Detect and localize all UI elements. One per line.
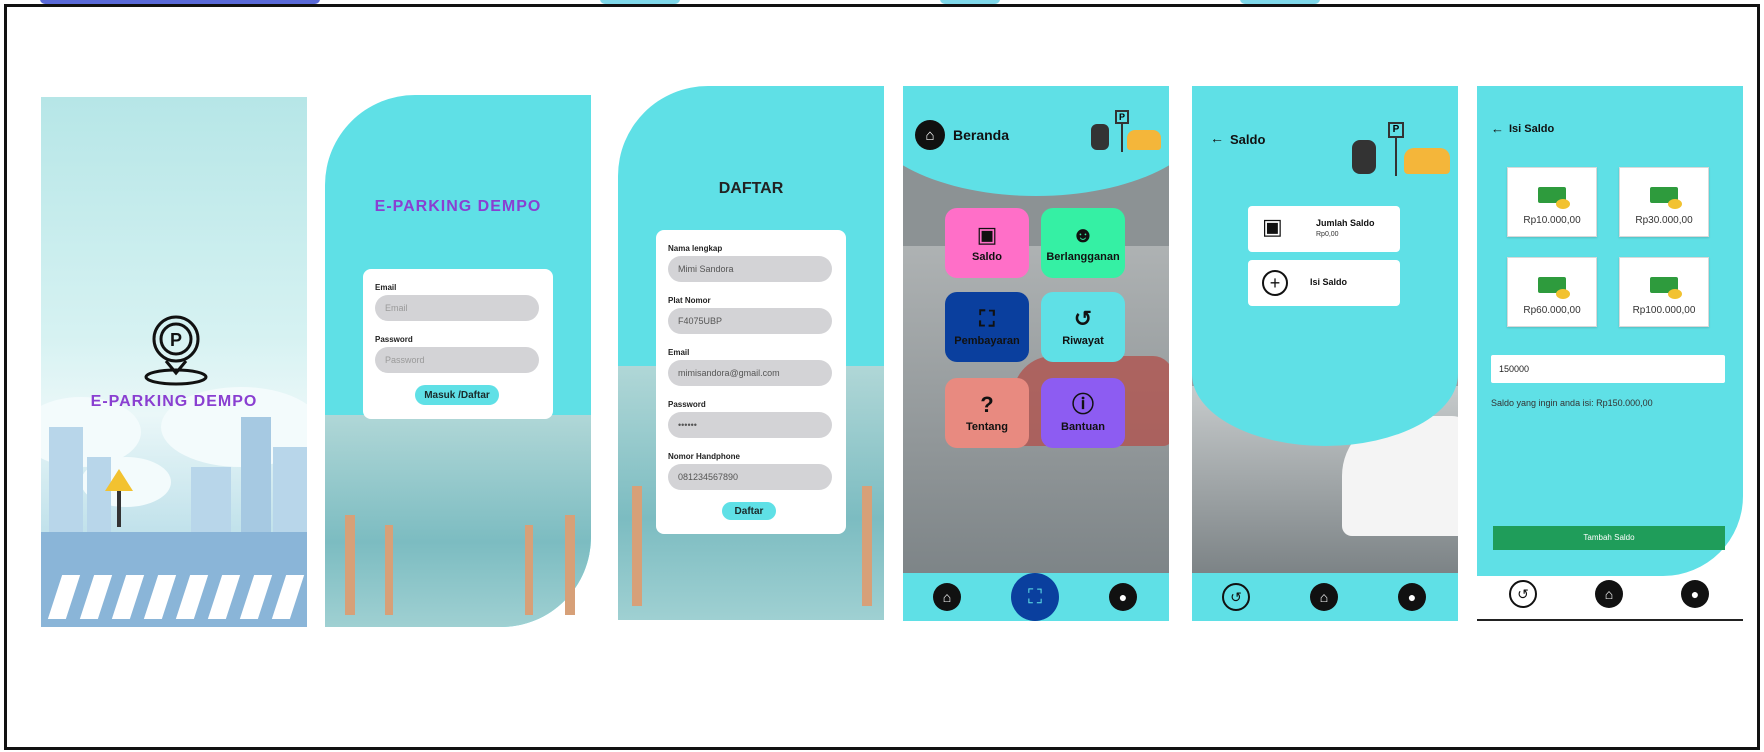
money-icon (1650, 187, 1682, 209)
history-icon: ↺ (1073, 306, 1093, 331)
saldo-title: Saldo (1230, 132, 1266, 147)
nav-home-icon[interactable]: ⌂ (1595, 580, 1623, 608)
name-field[interactable]: Mimi Sandora (668, 256, 832, 282)
balance-row: ▣ Jumlah Saldo Rp0,00 (1248, 206, 1400, 252)
phone-field[interactable]: 081234567890 (668, 464, 832, 490)
register-screen: DAFTAR Nama lengkap Mimi Sandora Plat No… (618, 86, 884, 620)
amount-option[interactable]: Rp30.000,00 (1619, 167, 1709, 237)
topup-screen: ← Isi Saldo Rp10.000,00 Rp30.000,00 Rp60… (1477, 86, 1743, 621)
field-label-password: Password (668, 400, 706, 409)
password-label: Password (375, 335, 413, 344)
tile-saldo[interactable]: ▣ Saldo (945, 208, 1029, 278)
topup-summary: Saldo yang ingin anda isi: Rp150.000,00 (1491, 398, 1653, 408)
register-title: DAFTAR (718, 180, 784, 197)
password-field[interactable]: Password (375, 347, 539, 373)
bottom-nav: ⌂ ⛶ ● (903, 573, 1169, 621)
tile-tentang[interactable]: ? Tentang (945, 378, 1029, 448)
login-brand-title: E-PARKING DEMPO (374, 198, 542, 215)
group-icon: ☻ (1071, 222, 1095, 247)
info-icon: ⓘ (1071, 392, 1094, 417)
nav-profile-icon[interactable]: ● (1398, 583, 1426, 611)
field-label-email: Email (668, 348, 690, 357)
field-label-name: Nama lengkap (668, 244, 723, 253)
balance-value: Rp0,00 (1316, 231, 1339, 238)
topup-label: Isi Saldo (1310, 277, 1348, 287)
topup-submit-button[interactable]: Tambah Saldo (1493, 526, 1725, 550)
splash-brand-title: E-PARKING DEMPO (90, 393, 258, 410)
tile-riwayat[interactable]: ↺ Riwayat (1041, 292, 1125, 362)
email-field[interactable]: Email (375, 295, 539, 321)
question-icon: ? (980, 392, 994, 417)
tile-berlangganan[interactable]: ☻ Berlangganan (1041, 208, 1125, 278)
topup-row[interactable]: + Isi Saldo (1248, 260, 1400, 306)
money-icon (1538, 277, 1570, 299)
email-field[interactable]: mimisandora@gmail.com (668, 360, 832, 386)
password-field[interactable]: •••••• (668, 412, 832, 438)
login-card: Email Email Password Password Masuk /Daf… (363, 269, 553, 419)
money-icon (1538, 187, 1570, 209)
svg-text:P: P (170, 330, 182, 350)
amount-input[interactable]: 150000 (1491, 355, 1725, 383)
amount-option[interactable]: Rp100.000,00 (1619, 257, 1709, 327)
parking-vehicles-icon: P (1087, 110, 1163, 154)
nav-history-icon[interactable]: ↺ (1509, 580, 1537, 608)
home-title: Beranda (953, 127, 1010, 143)
plus-circle-icon: + (1262, 270, 1288, 296)
register-submit-button[interactable]: Daftar (722, 502, 776, 520)
money-icon (1650, 277, 1682, 299)
nav-home-icon[interactable]: ⌂ (933, 583, 961, 611)
mockup-frame: P E-PARKING DEMPO E-PARKING DEMPO Email … (4, 4, 1760, 750)
register-card: Nama lengkap Mimi Sandora Plat Nomor F40… (656, 230, 846, 534)
balance-label: Jumlah Saldo (1316, 218, 1375, 228)
saldo-screen: ← Saldo P ▣ Jumlah Saldo Rp0,00 + Isi Sa… (1192, 86, 1458, 621)
home-screen: ⌂ Beranda P ▣ Saldo ☻ Berlangganan ⛶ Pembay… (903, 86, 1169, 621)
nav-profile-icon[interactable]: ● (1109, 583, 1137, 611)
splash-screen: P E-PARKING DEMPO (41, 97, 307, 627)
login-submit-button[interactable]: Masuk /Daftar (415, 385, 499, 405)
field-label-phone: Nomor Handphone (668, 452, 740, 461)
field-label-plate: Plat Nomor (668, 296, 711, 305)
nav-scan-button[interactable]: ⛶ (1011, 573, 1059, 621)
plate-field[interactable]: F4075UBP (668, 308, 832, 334)
warning-triangle-icon (105, 469, 133, 491)
home-icon: ⌂ (915, 120, 945, 150)
wallet-icon: ▣ (1262, 214, 1283, 239)
parking-vehicles-icon: P (1352, 122, 1452, 178)
parking-pin-icon: P (144, 315, 208, 386)
nav-profile-icon[interactable]: ● (1681, 580, 1709, 608)
tile-bantuan[interactable]: ⓘ Bantuan (1041, 378, 1125, 448)
amount-option[interactable]: Rp60.000,00 (1507, 257, 1597, 327)
back-arrow-icon[interactable]: ← (1210, 130, 1224, 146)
back-arrow-icon[interactable]: ← (1491, 121, 1504, 136)
scan-icon: ⛶ (979, 306, 995, 331)
topup-title: Isi Saldo (1509, 123, 1555, 135)
wallet-icon: ▣ (976, 222, 998, 247)
tile-pembayaran[interactable]: ⛶ Pembayaran (945, 292, 1029, 362)
nav-home-icon[interactable]: ⌂ (1310, 583, 1338, 611)
nav-history-icon[interactable]: ↺ (1222, 583, 1250, 611)
login-screen: E-PARKING DEMPO Email Email Password Pas… (325, 95, 591, 627)
bottom-nav: ↺ ⌂ ● (1192, 573, 1458, 621)
amount-option[interactable]: Rp10.000,00 (1507, 167, 1597, 237)
email-label: Email (375, 283, 397, 292)
